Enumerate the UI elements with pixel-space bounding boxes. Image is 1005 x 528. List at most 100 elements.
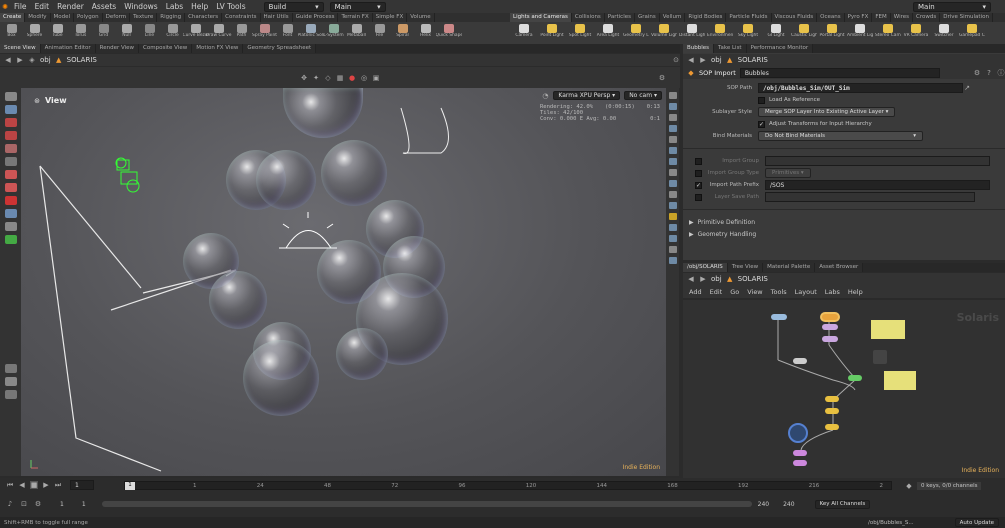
shelf-tab[interactable]: Constraints [222,13,261,22]
shelf-tool[interactable]: Line [138,22,161,44]
grid-icon[interactable]: ▣ [372,74,380,82]
shelf-tool[interactable]: Sky Light [734,22,762,44]
range-start2[interactable]: 1 [82,501,86,508]
play-icon[interactable]: ▶ [42,481,50,489]
scene-icon[interactable] [4,235,17,244]
net-path-solaris[interactable]: SOLARIS [738,275,768,283]
shelf-tab[interactable]: Pyro FX [845,13,873,22]
info-icon[interactable]: ⓘ [997,69,1005,77]
scene-viewport[interactable]: ⊛ View ◔ Karma XPU Persp ▾ No cam ▾ Rend… [21,88,666,476]
shelf-tab[interactable]: Lights and Cameras [510,13,572,22]
display-option-icon[interactable] [668,103,677,110]
param-pane-tab[interactable]: Take List [714,44,747,53]
forward-arrow-icon[interactable]: ▶ [699,56,707,64]
import-group-input[interactable] [765,156,990,166]
param-pane-tab[interactable]: Performance Monitor [746,44,814,53]
shelf-tab[interactable]: Rigid Bodies [685,13,727,22]
pane-tab[interactable]: Composite View [139,44,193,53]
network-menu-item[interactable]: Labs [825,288,840,296]
range-slider[interactable] [101,501,752,507]
sticky-note[interactable] [884,371,916,390]
display-option-icon[interactable] [668,114,677,121]
network-node[interactable] [825,396,839,402]
shelf-tool[interactable]: Grid [92,22,115,44]
shelf-tool[interactable]: Stereo Camera [874,22,902,44]
view-icon[interactable] [4,209,17,218]
scale-icon[interactable] [4,144,17,153]
network-editor[interactable]: Solaris Indie Edition [683,300,1005,478]
pane-tab[interactable]: Scene View [0,44,41,53]
menu-assets[interactable]: Assets [88,2,120,11]
shelf-tool[interactable]: VR Camera [902,22,930,44]
sticky-note[interactable] [871,320,905,339]
network-pane-tab[interactable]: Tree View [727,263,764,272]
import-path-prefix-input[interactable]: /SOS [765,180,990,190]
display-option-icon[interactable] [668,191,677,198]
display-option-icon[interactable] [668,180,677,187]
shelf-tab[interactable]: Characters [185,13,223,22]
node-name-field[interactable]: Bubbles [739,67,940,78]
network-menu-item[interactable]: Add [689,288,702,296]
section-geometry-handling[interactable]: ▶ Geometry Handling [683,228,1005,240]
network-node[interactable] [793,450,807,456]
shelf-tool[interactable]: Ambient Light [846,22,874,44]
shelf-tab[interactable]: Modify [25,13,51,22]
shelf-tool[interactable]: Volume Light [650,22,678,44]
import-path-prefix-checkbox[interactable]: ✓ [695,181,702,189]
adjust-transforms-checkbox[interactable]: ✓ [758,120,765,128]
shelf-tab[interactable]: Guide Process [293,13,339,22]
shelf-tab[interactable]: Drive Simulation [940,13,993,22]
range-end[interactable]: 240 [758,501,769,508]
shelf-tool[interactable]: Platonic Solids [298,22,324,44]
shelf-tab[interactable]: Volume [407,13,435,22]
network-node-circle[interactable] [788,423,808,443]
shelf-tab[interactable]: FEM [872,13,891,22]
shelf-tool[interactable]: Draw Curve [206,22,231,44]
network-pane-tab[interactable]: Asset Browser [815,263,864,272]
shelf-tool[interactable]: Helix [414,22,437,44]
import-group-type-checkbox[interactable] [695,169,702,177]
shelf-tool[interactable]: L-System [322,22,345,44]
settings-icon[interactable]: ⚙ [34,500,42,508]
menu-help[interactable]: Help [187,2,212,11]
handle-icon[interactable] [4,157,17,166]
desktop-dropdown[interactable]: Build ▾ [263,1,324,12]
network-node[interactable] [771,314,787,320]
network-pane-tab[interactable]: Material Palette [763,263,816,272]
print-icon[interactable] [4,364,17,373]
layer-save-path-input[interactable] [765,192,975,202]
param-path-solaris[interactable]: SOLARIS [738,56,768,64]
step-back-icon[interactable]: ◀ [18,481,26,489]
display-option-icon[interactable] [668,213,677,220]
shelf-tab[interactable]: Deform [103,13,131,22]
network-node[interactable] [793,358,807,364]
shelf-tab[interactable]: Create [0,13,26,22]
shelf-tab[interactable]: Collisions [572,13,605,22]
network-menu-item[interactable]: Help [848,288,863,296]
display-option-icon[interactable] [668,202,677,209]
shelf-tool[interactable]: File [368,22,391,44]
timeline-ruler[interactable]: 1 1 24 48 72 96 120 144 168 192 216 2 [124,481,892,490]
shelf-tool[interactable]: Geometry Light [622,22,650,44]
forward-arrow-icon[interactable]: ▶ [699,275,707,283]
shelf-tool[interactable]: Switcher [930,22,958,44]
display-option-icon[interactable] [668,92,677,99]
shelf-tab[interactable]: Viscous Fluids [772,13,818,22]
display-option-icon[interactable] [668,224,677,231]
network-pane-tab[interactable]: /obj/SOLARIS [683,263,728,272]
help-icon[interactable]: ? [985,69,993,77]
import-group-type-menu[interactable]: Primitives ▾ [765,168,811,178]
shelf-tool[interactable]: Font [276,22,299,44]
display-option-icon[interactable] [668,136,677,143]
magnet-icon[interactable] [4,196,17,205]
persp-icon[interactable]: ◇ [324,74,332,82]
network-menu-item[interactable]: Go [730,288,739,296]
node-chooser-icon[interactable]: ↗ [963,84,971,92]
shelf-tool[interactable]: Box [0,22,23,44]
display-option-icon[interactable] [668,235,677,242]
load-as-reference-checkbox[interactable] [758,96,765,104]
jump-start-icon[interactable]: ⏮ [6,481,14,489]
network-node[interactable] [825,408,839,414]
shelf-tool[interactable]: Area Light [594,22,622,44]
shelf-tool[interactable]: Circle [161,22,184,44]
